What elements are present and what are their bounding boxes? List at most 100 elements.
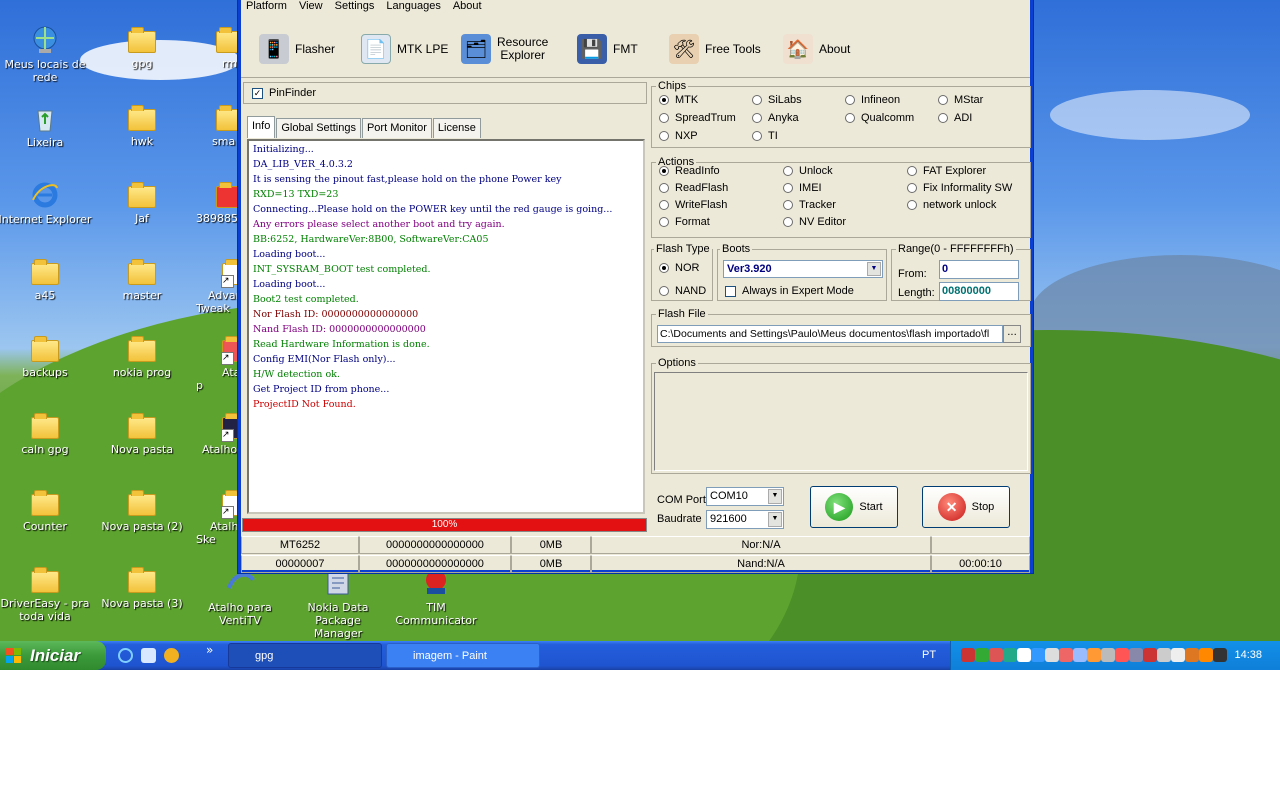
tab-global-settings[interactable]: Global Settings: [276, 118, 361, 138]
tray-icon[interactable]: [1031, 648, 1045, 662]
menu-view[interactable]: View: [299, 0, 323, 15]
task-paint[interactable]: imagem - Paint: [386, 643, 540, 668]
tray-icon[interactable]: [975, 648, 989, 662]
desktop-icon-jaf[interactable]: Jaf: [94, 180, 190, 225]
chip-anyka[interactable]: Anyka: [752, 112, 799, 124]
mtk-lpe-button[interactable]: 📄 MTK LPE: [361, 30, 448, 68]
chip-mtk[interactable]: MTK: [659, 94, 698, 106]
tray-icon[interactable]: [989, 648, 1003, 662]
desktop-icon-master[interactable]: master: [94, 257, 190, 302]
desktop-icon-drivereasy[interactable]: DriverEasy - pra toda vida: [0, 565, 93, 623]
menu-settings[interactable]: Settings: [335, 0, 375, 15]
action-fix-informality-sw[interactable]: Fix Informality SW: [907, 182, 1012, 194]
chevron-down-icon[interactable]: ▼: [867, 262, 881, 276]
desktop-icon-nova-pasta[interactable]: Nova pasta: [94, 411, 190, 456]
about-button[interactable]: 🏠 About: [783, 30, 850, 68]
action-unlock[interactable]: Unlock: [783, 165, 833, 177]
action-tracker[interactable]: Tracker: [783, 199, 836, 211]
desktop-icon-gpg[interactable]: gpg: [94, 25, 190, 70]
menu-languages[interactable]: Languages: [386, 0, 440, 15]
action-readflash[interactable]: ReadFlash: [659, 182, 728, 194]
action-network-unlock[interactable]: network unlock: [907, 199, 996, 211]
chip-nxp[interactable]: NXP: [659, 130, 698, 142]
expert-mode-checkbox[interactable]: Always in Expert Mode: [725, 285, 854, 297]
desktop-icon-caln-gpg[interactable]: caln gpg: [0, 411, 93, 456]
desktop-icon-recycle-bin[interactable]: Lixeira: [0, 103, 93, 149]
chip-mstar[interactable]: MStar: [938, 94, 983, 106]
tray-icon[interactable]: [1073, 648, 1087, 662]
flash-file-path[interactable]: C:\Documents and Settings\Paulo\Meus doc…: [657, 325, 1003, 343]
tab-port-monitor[interactable]: Port Monitor: [361, 118, 432, 138]
desktop-icon-nokia-data[interactable]: Nokia Data Package Manager: [290, 568, 386, 640]
chevron-down-icon[interactable]: ▼: [768, 512, 782, 527]
chevron-down-icon[interactable]: ▼: [768, 489, 782, 504]
range-from-input[interactable]: 0: [939, 260, 1019, 279]
quicklaunch-ie-icon[interactable]: [118, 648, 133, 663]
action-fat-explorer[interactable]: FAT Explorer: [907, 165, 986, 177]
action-imei[interactable]: IMEI: [783, 182, 822, 194]
tray-icon[interactable]: [1017, 648, 1031, 662]
chip-qualcomm[interactable]: Qualcomm: [845, 112, 914, 124]
desktop-icon-network[interactable]: Meus locais de rede: [0, 25, 93, 84]
range-length-input[interactable]: 00800000: [939, 282, 1019, 301]
flasher-button[interactable]: 📱 Flasher: [259, 30, 335, 68]
tray-icon[interactable]: [1199, 648, 1213, 662]
tray-icon[interactable]: [1087, 648, 1101, 662]
browse-button[interactable]: ...: [1003, 325, 1021, 343]
action-format[interactable]: Format: [659, 216, 710, 228]
desktop-icon-counter[interactable]: Counter: [0, 488, 93, 533]
chip-ti[interactable]: TI: [752, 130, 778, 142]
desktop-icon-nokia-prog[interactable]: nokia prog: [94, 334, 190, 379]
tray-icon[interactable]: [1059, 648, 1073, 662]
boots-select[interactable]: Ver3.920 ▼: [723, 260, 883, 278]
tray-icon[interactable]: [1213, 648, 1227, 662]
action-readinfo[interactable]: ReadInfo: [659, 165, 720, 177]
menu-about[interactable]: About: [453, 0, 482, 15]
tray-icon[interactable]: [1101, 648, 1115, 662]
quicklaunch-desktop-icon[interactable]: [141, 648, 156, 663]
chip-adi[interactable]: ADI: [938, 112, 972, 124]
stop-button[interactable]: ✕ Stop: [922, 486, 1010, 528]
task-gpg[interactable]: gpg: [228, 643, 382, 668]
fmt-button[interactable]: 💾 FMT: [577, 30, 638, 68]
desktop-icon-hwk[interactable]: hwk: [94, 103, 190, 148]
quicklaunch-media-icon[interactable]: [164, 648, 179, 663]
chip-infineon[interactable]: Infineon: [845, 94, 900, 106]
tray-icon[interactable]: [1143, 648, 1157, 662]
pinfinder-checkbox[interactable]: ✓ PinFinder: [252, 87, 316, 99]
log-output[interactable]: Initializing... DA_LIB_VER_4.0.3.2 It is s…: [247, 139, 645, 514]
action-nv-editor[interactable]: NV Editor: [783, 216, 846, 228]
log-line: Initializing...: [253, 144, 314, 155]
tray-icon[interactable]: [1171, 648, 1185, 662]
free-tools-button[interactable]: 🛠 Free Tools: [669, 30, 761, 68]
desktop-icon-internet-explorer[interactable]: Internet Explorer: [0, 180, 93, 226]
desktop-icon-backups[interactable]: backups: [0, 334, 93, 379]
tray-icon[interactable]: [1129, 648, 1143, 662]
tray-icon[interactable]: [961, 648, 975, 662]
chip-silabs[interactable]: SiLabs: [752, 94, 802, 106]
flash-type-nor[interactable]: NOR: [659, 262, 699, 274]
start-button[interactable]: ▶ Start: [810, 486, 898, 528]
tab-license[interactable]: License: [432, 118, 481, 138]
start-button[interactable]: Iniciar: [0, 641, 106, 670]
tray-icon[interactable]: [1115, 648, 1129, 662]
tray-icon[interactable]: [1003, 648, 1017, 662]
com-port-select[interactable]: COM10 ▼: [706, 487, 784, 506]
tray-icon[interactable]: [1045, 648, 1059, 662]
tray-icon[interactable]: [1185, 648, 1199, 662]
resource-explorer-button[interactable]: 🗂 Resource Explorer: [461, 30, 548, 68]
flash-type-nand[interactable]: NAND: [659, 285, 706, 297]
tab-info[interactable]: Info: [247, 116, 276, 138]
action-writeflash[interactable]: WriteFlash: [659, 199, 727, 211]
menu-platform[interactable]: Platform: [246, 0, 287, 15]
chip-spreadtrum[interactable]: SpreadTrum: [659, 112, 736, 124]
baudrate-select[interactable]: 921600 ▼: [706, 510, 784, 529]
desktop-icon-nova-pasta-3[interactable]: Nova pasta (3): [94, 565, 190, 610]
language-indicator[interactable]: PT: [922, 649, 936, 661]
desktop-icon-a45[interactable]: a45: [0, 257, 93, 302]
tray-icon[interactable]: [1157, 648, 1171, 662]
desktop-icon-ventitv[interactable]: Atalho para VentiTV: [192, 568, 288, 627]
quicklaunch-overflow[interactable]: »: [206, 643, 213, 657]
desktop-icon-tim[interactable]: TIM Communicator: [388, 568, 484, 627]
desktop-icon-nova-pasta-2[interactable]: Nova pasta (2): [94, 488, 190, 533]
